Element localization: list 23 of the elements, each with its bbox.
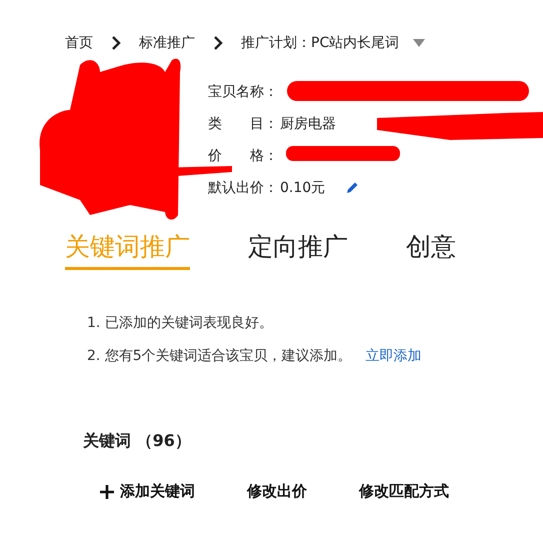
field-value: 0.10元 bbox=[280, 179, 326, 197]
tab[interactable]: 定向推广 bbox=[248, 230, 348, 270]
breadcrumb-link[interactable]: 首页 bbox=[65, 34, 93, 52]
chevron-right-icon bbox=[111, 35, 121, 51]
tip-text: 2. 您有5个关键词适合该宝贝，建议添加。 立即添加 bbox=[87, 347, 422, 366]
field-label: 默认出价： bbox=[208, 179, 278, 197]
tip-text: 1. 已添加的关键词表现良好。 bbox=[87, 314, 273, 333]
toolbar-button[interactable]: 修改出价 bbox=[247, 482, 307, 501]
caret-down-icon[interactable] bbox=[413, 39, 426, 47]
breadcrumb-link[interactable]: 推广计划：PC站内长尾词 bbox=[241, 34, 400, 52]
pencil-icon[interactable] bbox=[345, 181, 360, 195]
add-now-link[interactable]: 立即添加 bbox=[366, 348, 422, 364]
plus-icon bbox=[100, 484, 114, 498]
tab[interactable]: 创意 bbox=[406, 230, 456, 270]
toolbar-button[interactable]: 添加关键词 bbox=[100, 482, 195, 501]
chevron-right-icon bbox=[213, 35, 223, 51]
field-label: 价 格： bbox=[208, 147, 278, 165]
keywords-heading: 关键词 （96） bbox=[83, 431, 191, 452]
field-value: 厨房电器 bbox=[280, 115, 336, 133]
field-label: 宝贝名称： bbox=[208, 83, 278, 101]
field-label: 类 目： bbox=[208, 115, 278, 133]
toolbar-button[interactable]: 修改匹配方式 bbox=[359, 482, 449, 501]
breadcrumb-link[interactable]: 标准推广 bbox=[139, 34, 195, 52]
